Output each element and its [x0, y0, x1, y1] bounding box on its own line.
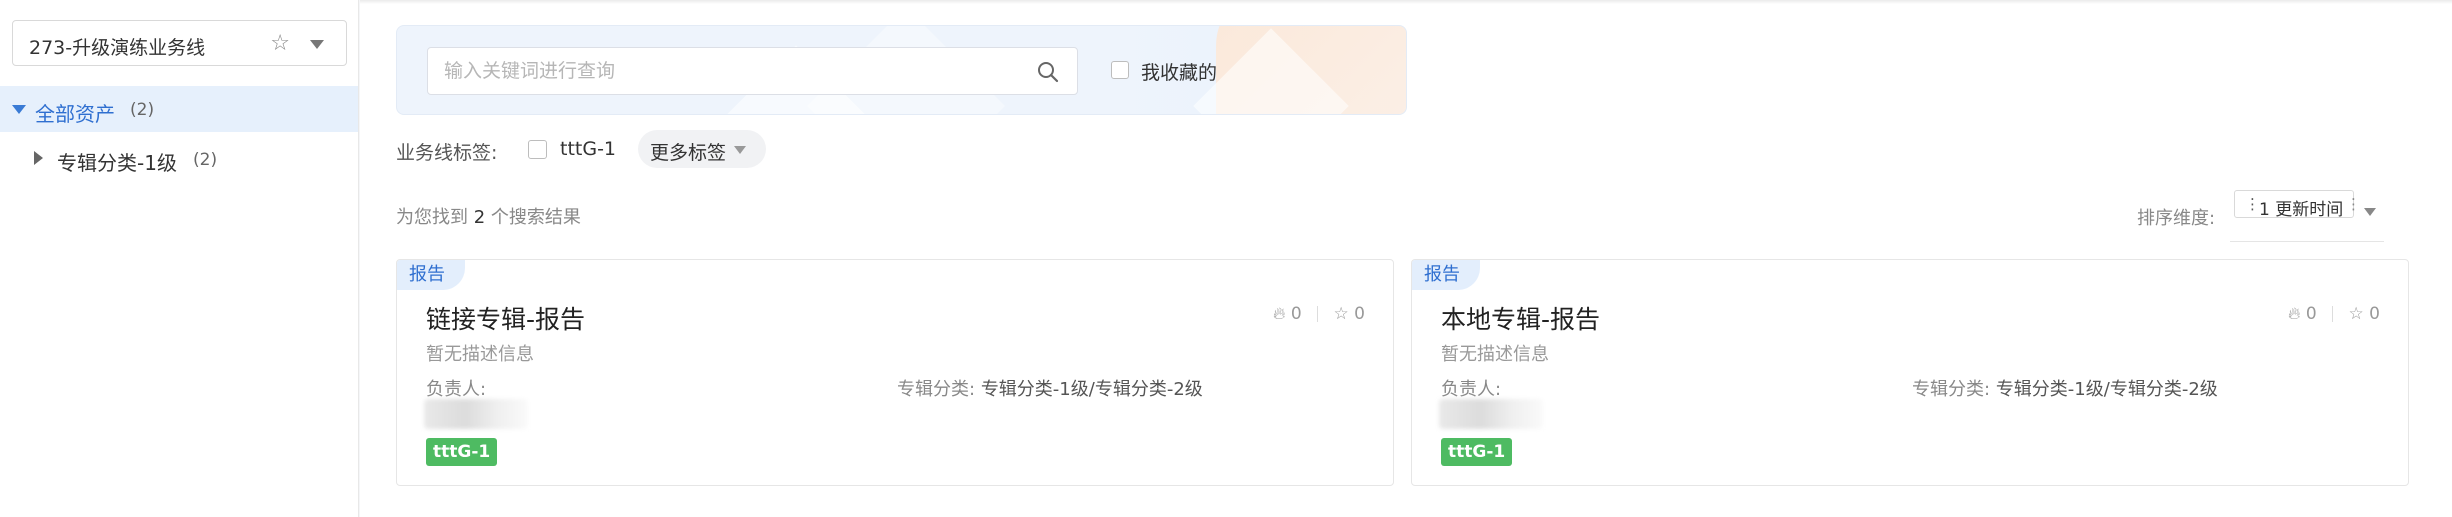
favorite-star-icon[interactable]: ☆	[270, 31, 290, 56]
card-title[interactable]: 链接专辑-报告	[426, 300, 585, 336]
card-title[interactable]: 本地专辑-报告	[1441, 300, 1600, 336]
search-input[interactable]	[444, 48, 1004, 94]
star-icon[interactable]: ☆	[2349, 304, 2364, 324]
category-info: 专辑分类: 专辑分类-1级/专辑分类-2级	[897, 375, 1203, 401]
tree-item-all-assets[interactable]: 全部资产 (2)	[0, 86, 358, 132]
collapse-caret-icon[interactable]	[34, 151, 43, 165]
result-summary: 为您找到 2 个搜索结果	[396, 203, 581, 229]
business-tags-label: 业务线标签:	[396, 142, 498, 164]
stars-count: 0	[2369, 304, 2380, 324]
fire-icon: 🔥︎	[1272, 304, 1286, 324]
tree-item-label: 专辑分类-1级	[57, 151, 177, 175]
owner-label: 负责人:	[426, 379, 487, 400]
chevron-down-icon[interactable]	[2364, 208, 2376, 216]
divider	[2332, 306, 2334, 322]
tag-checkbox[interactable]	[528, 140, 547, 159]
tree-item-count: (2)	[193, 150, 218, 170]
category-label: 专辑分类:	[1912, 379, 1991, 400]
result-count: 2	[473, 207, 486, 228]
drag-handle-icon[interactable]: ⋮	[2346, 195, 2361, 213]
owner-avatar-blurred	[424, 399, 528, 429]
stars-count: 0	[1354, 304, 1365, 324]
category-info: 专辑分类: 专辑分类-1级/专辑分类-2级	[1912, 375, 2218, 401]
tree-item-count: (2)	[130, 100, 155, 120]
chevron-down-icon	[734, 146, 746, 154]
card-stats: 🔥︎ 0 ☆ 0	[1273, 304, 1365, 324]
card-description: 暂无描述信息	[426, 344, 534, 365]
more-tags-button[interactable]: 更多标签	[638, 130, 766, 168]
favorites-label[interactable]: 我收藏的	[1141, 58, 1217, 85]
sort-select[interactable]: ⋮ 1 更新时间 ⋮	[2230, 190, 2384, 242]
card-description: 暂无描述信息	[1441, 344, 1549, 365]
search-icon[interactable]	[1037, 61, 1059, 83]
favorites-checkbox[interactable]	[1111, 61, 1129, 79]
expand-caret-icon[interactable]	[12, 105, 26, 114]
search-panel: 我收藏的	[396, 25, 1407, 115]
category-value: 专辑分类-1级/专辑分类-2级	[1995, 379, 2218, 400]
likes-count: 0	[2305, 304, 2317, 324]
more-tags-label: 更多标签	[650, 142, 727, 164]
tag-badge: tttG-1	[426, 438, 498, 466]
owner-label: 负责人:	[1441, 379, 1502, 400]
fire-icon: 🔥︎	[2287, 304, 2301, 324]
business-line-select[interactable]: 273-升级演练业务线 ☆	[12, 20, 347, 66]
owner-avatar-blurred	[1439, 399, 1543, 429]
card-type-badge: 报告	[1412, 260, 1480, 290]
business-line-label: 273-升级演练业务线	[29, 37, 206, 59]
category-value: 专辑分类-1级/专辑分类-2级	[980, 379, 1203, 400]
search-box	[427, 47, 1078, 95]
drag-handle-icon[interactable]: ⋮	[2245, 195, 2260, 213]
card-type-badge: 报告	[397, 260, 465, 290]
category-label: 专辑分类:	[897, 379, 976, 400]
main-content: 我收藏的 业务线标签: tttG-1 更多标签 为您找到 2 个搜索结果 排序维…	[360, 0, 2452, 517]
tag-badge: tttG-1	[1441, 438, 1513, 466]
result-prefix: 为您找到	[396, 207, 468, 228]
tree-item-category-level1[interactable]: 专辑分类-1级 (2)	[0, 136, 358, 182]
sort-option-label: 1 更新时间	[2259, 200, 2344, 220]
tree-item-label: 全部资产	[35, 102, 115, 126]
tag-option-label[interactable]: tttG-1	[560, 138, 616, 160]
sort-option-chip[interactable]: ⋮ 1 更新时间 ⋮	[2234, 190, 2361, 220]
chevron-down-icon[interactable]	[310, 40, 324, 49]
sort-label: 排序维度:	[2137, 208, 2216, 229]
top-divider	[360, 0, 2452, 4]
album-card[interactable]: 报告 链接专辑-报告 🔥︎ 0 ☆ 0 暂无描述信息 负责人: 专辑分类: 专辑…	[396, 259, 1394, 486]
result-suffix: 个搜索结果	[490, 207, 581, 228]
card-stats: 🔥︎ 0 ☆ 0	[2288, 304, 2380, 324]
likes-count: 0	[1290, 304, 1302, 324]
sidebar: 273-升级演练业务线 ☆ 全部资产 (2) 专辑分类-1级 (2)	[0, 0, 359, 517]
divider	[1317, 306, 1319, 322]
star-icon[interactable]: ☆	[1334, 304, 1349, 324]
album-card[interactable]: 报告 本地专辑-报告 🔥︎ 0 ☆ 0 暂无描述信息 负责人: 专辑分类: 专辑…	[1411, 259, 2409, 486]
